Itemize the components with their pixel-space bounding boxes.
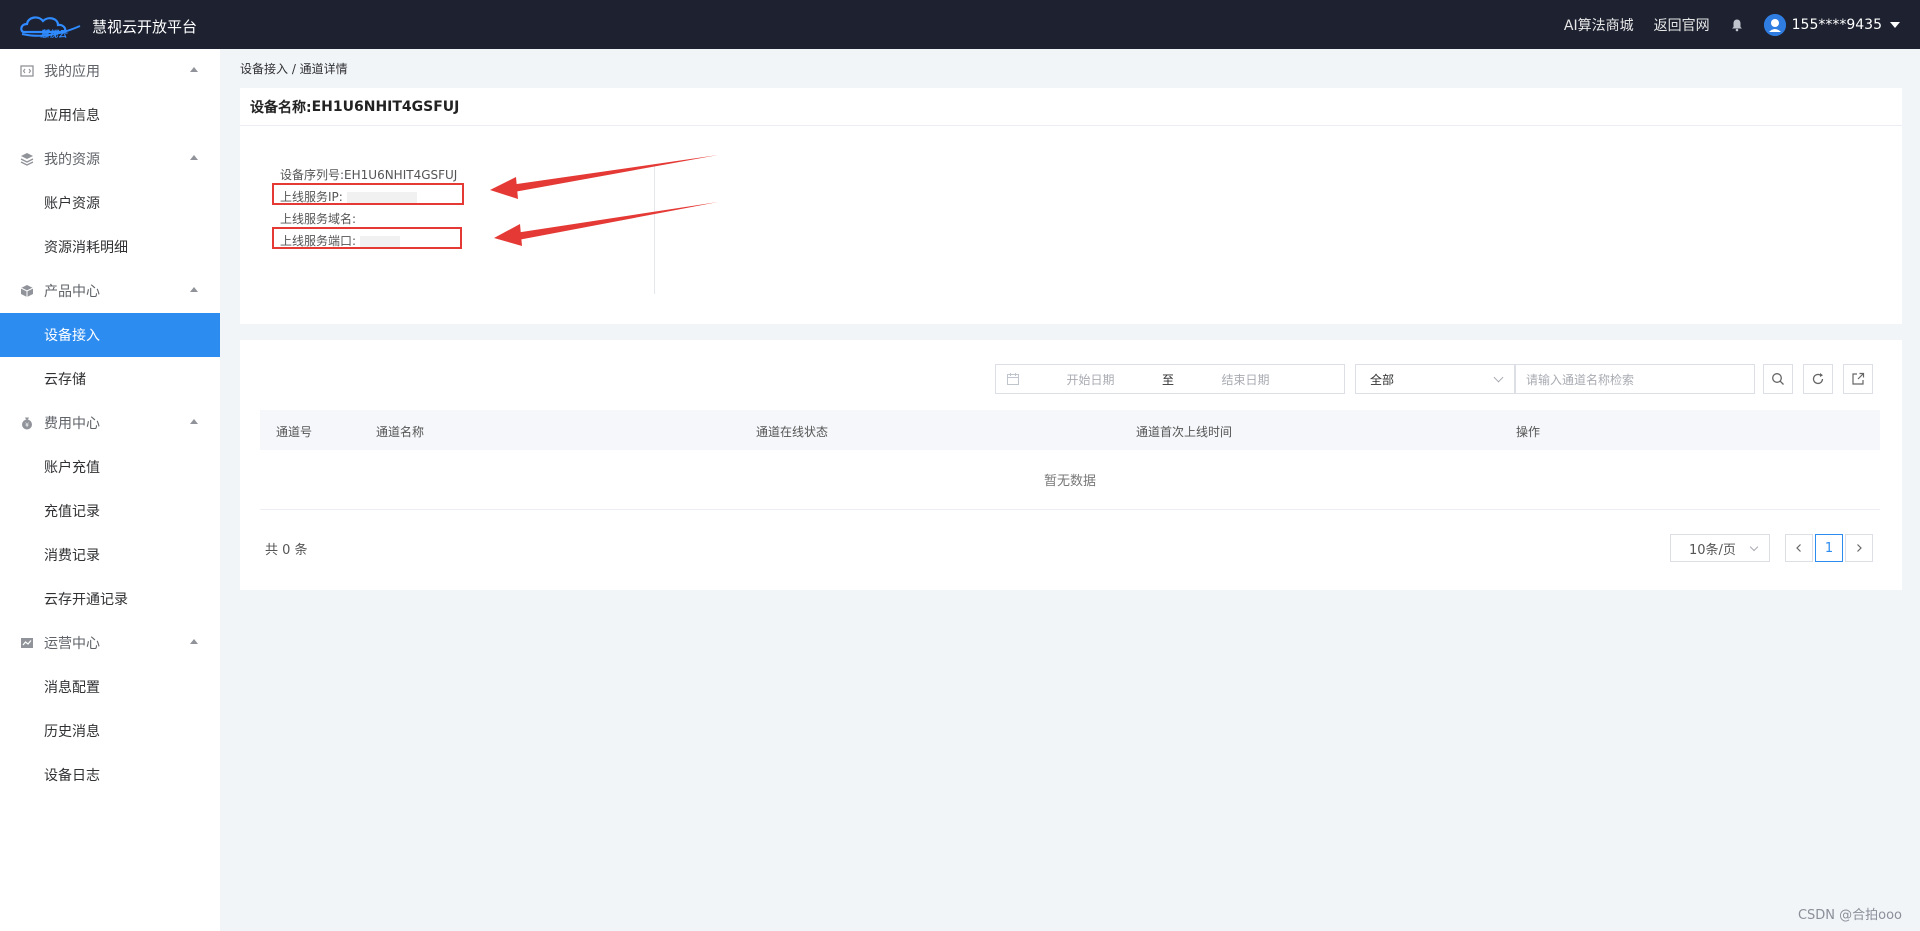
ai-mall-link[interactable]: AI算法商城 — [1564, 15, 1634, 35]
channel-list-card: 开始日期 至 结束日期 全部 请输入通道名称检索 通道号 通道名称 通道在线状态… — [240, 340, 1902, 590]
money-bag-icon: ¥ — [22, 417, 32, 430]
sidebar-group-products[interactable]: 产品中心 — [0, 269, 220, 313]
chevron-up-icon — [190, 639, 198, 644]
device-name-label: 设备名称: — [250, 99, 312, 116]
chevron-down-icon — [1890, 21, 1900, 28]
start-date-input[interactable]: 开始日期 — [1028, 371, 1153, 388]
sidebar-group-billing[interactable]: ¥ 费用中心 — [0, 401, 220, 445]
sidebar: 我的应用 应用信息 我的资源 账户资源 资源消耗明细 产品中心 设备接入 云存储… — [0, 49, 220, 931]
sidebar-item-consumption-records[interactable]: 消费记录 — [0, 533, 220, 577]
status-select[interactable]: 全部 — [1355, 364, 1515, 394]
sidebar-item-cloud-storage[interactable]: 云存储 — [0, 357, 220, 401]
status-select-value: 全部 — [1370, 372, 1395, 387]
table-empty-text: 暂无数据 — [260, 450, 1880, 510]
refresh-button[interactable] — [1803, 364, 1833, 394]
app-title: 慧视云开放平台 — [92, 18, 198, 36]
top-right-nav: AI算法商城 返回官网 155****9435 — [1564, 0, 1900, 49]
username: 155****9435 — [1791, 16, 1882, 33]
calendar-icon — [1007, 373, 1019, 385]
column-header: 通道在线状态 — [756, 425, 829, 439]
sidebar-item-recharge-records[interactable]: 充值记录 — [0, 489, 220, 533]
total-count: 共 0 条 — [265, 543, 308, 558]
official-site-link[interactable]: 返回官网 — [1654, 15, 1710, 35]
chevron-up-icon — [190, 67, 198, 72]
annotation-arrows-icon — [490, 155, 718, 246]
channel-search-input[interactable]: 请输入通道名称检索 — [1515, 364, 1755, 394]
breadcrumb[interactable]: 设备接入 / 通道详情 — [240, 60, 348, 77]
domain-label: 上线服务域名: — [280, 212, 357, 226]
sidebar-group-label: 费用中心 — [44, 416, 100, 432]
sidebar-group-my-apps[interactable]: 我的应用 — [0, 49, 220, 93]
chevron-up-icon — [190, 287, 198, 292]
sidebar-item-app-info[interactable]: 应用信息 — [0, 93, 220, 137]
chart-icon — [21, 638, 33, 648]
export-button[interactable] — [1843, 364, 1873, 394]
sidebar-item-message-history[interactable]: 历史消息 — [0, 709, 220, 753]
column-header: 通道号 — [276, 425, 313, 439]
sidebar-item-message-config[interactable]: 消息配置 — [0, 665, 220, 709]
page-size-select[interactable]: 10条/页 — [1670, 534, 1770, 562]
prev-page-button[interactable] — [1785, 534, 1813, 562]
column-header: 通道首次上线时间 — [1136, 425, 1233, 439]
chevron-right-icon — [1857, 544, 1862, 552]
ip-highlight-box — [272, 183, 464, 205]
page-button-1[interactable]: 1 — [1815, 534, 1843, 562]
serial-label: 设备序列号: — [280, 168, 345, 182]
user-avatar-icon — [1763, 13, 1786, 36]
sidebar-item-resource-usage[interactable]: 资源消耗明细 — [0, 225, 220, 269]
search-button[interactable] — [1763, 364, 1793, 394]
range-separator: 至 — [1161, 372, 1174, 387]
column-header: 通道名称 — [376, 425, 425, 439]
date-range-picker[interactable]: 开始日期 至 结束日期 — [995, 364, 1345, 394]
chevron-up-icon — [190, 155, 198, 160]
bell-icon[interactable] — [1730, 18, 1744, 32]
sidebar-item-account-resources[interactable]: 账户资源 — [0, 181, 220, 225]
port-highlight-box — [272, 227, 462, 249]
svg-text:¥: ¥ — [25, 422, 29, 429]
sidebar-group-label: 产品中心 — [44, 284, 100, 300]
table-header: 通道号 通道名称 通道在线状态 通道首次上线时间 操作 — [260, 410, 1880, 450]
code-icon — [20, 65, 34, 77]
search-icon — [1772, 373, 1784, 385]
top-bar: 慧视云 慧视云开放平台 AI算法商城 返回官网 155****9435 — [0, 0, 1920, 49]
sidebar-group-label: 我的资源 — [44, 152, 100, 168]
logo-text: 慧视云 — [40, 29, 68, 40]
sidebar-group-operations[interactable]: 运营中心 — [0, 621, 220, 665]
device-name-header: 设备名称: EH1U6NHIT4GSFUJ — [240, 88, 1902, 126]
chevron-left-icon — [1796, 544, 1801, 552]
watermark: CSDN @合拍ooo — [1797, 908, 1902, 923]
column-header: 操作 — [1516, 425, 1541, 439]
end-date-input[interactable]: 结束日期 — [1183, 371, 1308, 388]
chevron-down-icon — [1749, 542, 1759, 552]
sidebar-item-device-access[interactable]: 设备接入 — [0, 313, 220, 357]
user-menu[interactable]: 155****9435 — [1763, 13, 1900, 36]
next-page-button[interactable] — [1845, 534, 1873, 562]
export-icon — [1852, 372, 1865, 385]
page-size-value: 10条/页 — [1689, 542, 1736, 558]
chevron-up-icon — [190, 419, 198, 424]
sidebar-item-recharge[interactable]: 账户充值 — [0, 445, 220, 489]
chevron-down-icon — [1493, 372, 1504, 383]
device-name-value: EH1U6NHIT4GSFUJ — [311, 98, 460, 115]
sidebar-item-cloud-storage-records[interactable]: 云存开通记录 — [0, 577, 220, 621]
cube-icon — [20, 285, 34, 297]
sidebar-group-label: 我的应用 — [44, 64, 100, 80]
layers-icon — [20, 153, 34, 166]
avatar — [1763, 13, 1786, 36]
sidebar-group-label: 运营中心 — [44, 636, 100, 652]
refresh-icon — [1812, 373, 1824, 385]
cloud-logo-icon[interactable]: 慧视云 — [18, 10, 82, 40]
serial-value: EH1U6NHIT4GSFUJ — [344, 168, 458, 182]
sidebar-item-device-logs[interactable]: 设备日志 — [0, 753, 220, 797]
sidebar-group-my-resources[interactable]: 我的资源 — [0, 137, 220, 181]
